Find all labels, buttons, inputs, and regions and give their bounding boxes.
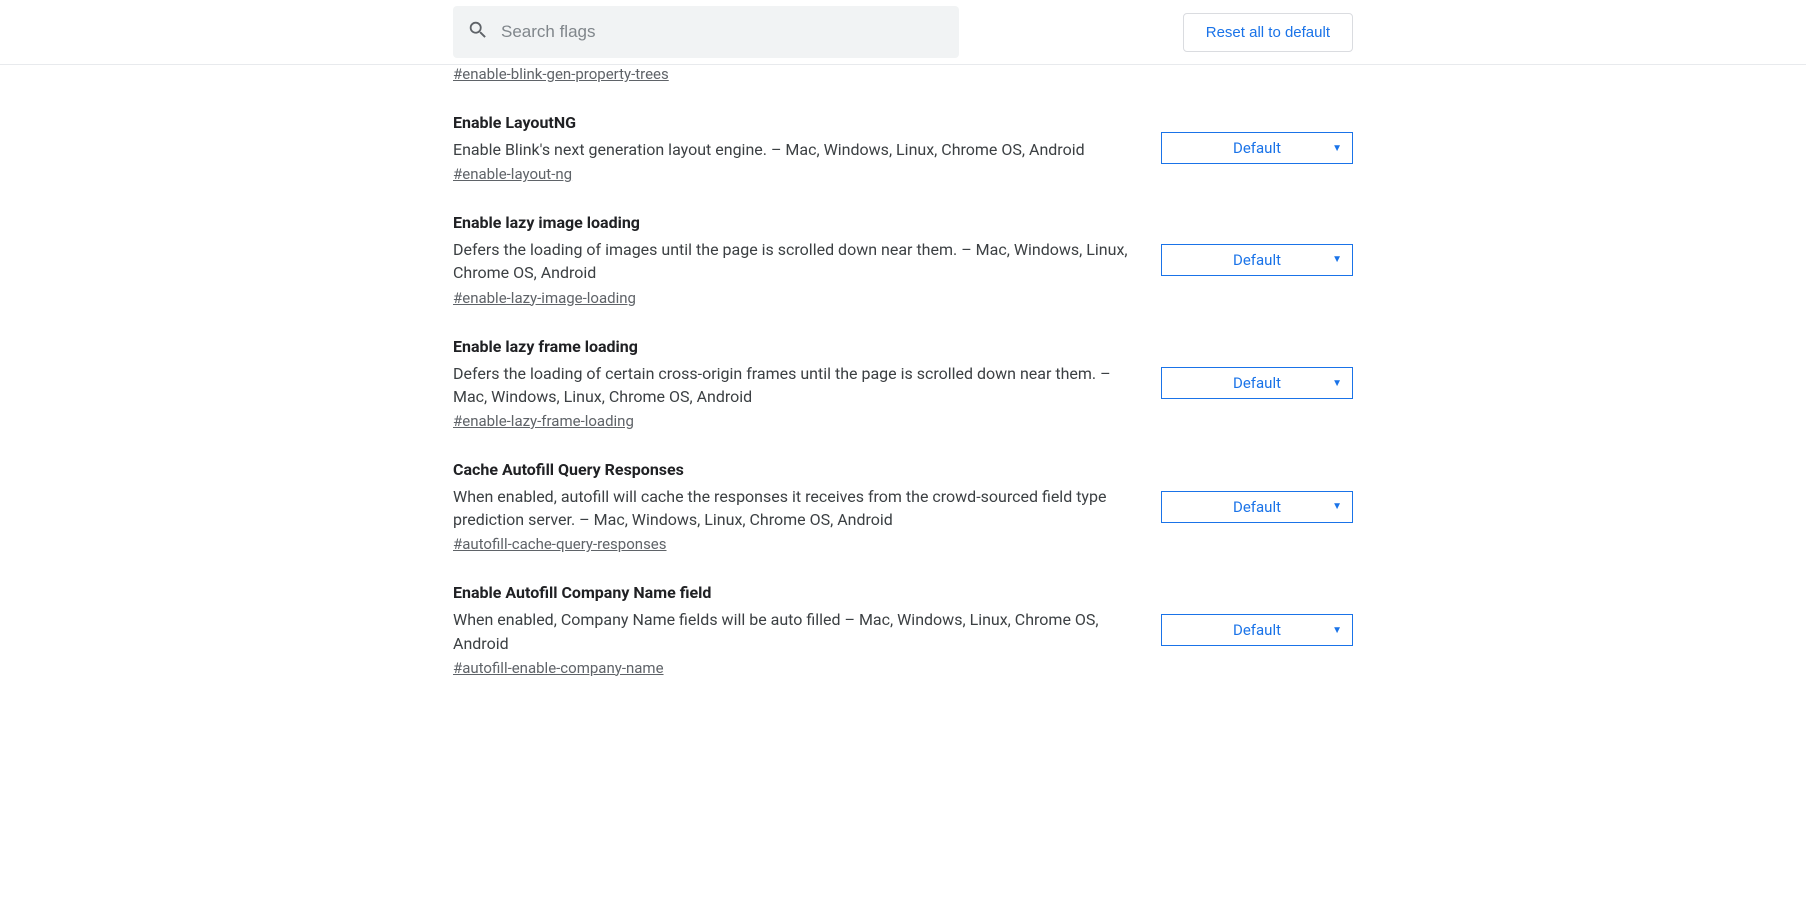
flag-item: #enable-blink-gen-property-trees	[453, 65, 1353, 89]
flag-select-value: Default	[1233, 139, 1281, 157]
flag-text: Enable Autofill Company Name field When …	[453, 583, 1141, 676]
search-container[interactable]	[453, 6, 959, 58]
chevron-down-icon: ▼	[1332, 625, 1342, 636]
flag-select[interactable]: Default ▼	[1161, 367, 1353, 399]
page-header: Reset all to default	[0, 0, 1806, 65]
flag-select-value: Default	[1233, 251, 1281, 269]
flag-description: Enable Blink's next generation layout en…	[453, 138, 1141, 161]
flag-hash-link[interactable]: #enable-lazy-image-loading	[453, 289, 636, 307]
flag-select[interactable]: Default ▼	[1161, 244, 1353, 276]
flag-item: Cache Autofill Query Responses When enab…	[453, 436, 1353, 559]
flag-title: Cache Autofill Query Responses	[453, 460, 1141, 479]
flag-title: Enable Autofill Company Name field	[453, 583, 1141, 602]
search-icon	[467, 19, 489, 45]
chevron-down-icon: ▼	[1332, 501, 1342, 512]
chevron-down-icon: ▼	[1332, 143, 1342, 154]
flag-select-value: Default	[1233, 374, 1281, 392]
flag-description: When enabled, autofill will cache the re…	[453, 485, 1141, 531]
flag-text: Enable lazy frame loading Defers the loa…	[453, 337, 1141, 430]
flag-control: Default ▼	[1161, 491, 1353, 523]
chevron-down-icon: ▼	[1332, 378, 1342, 389]
flag-text: #enable-blink-gen-property-trees	[453, 65, 1141, 83]
flag-title: Enable lazy image loading	[453, 213, 1141, 232]
flag-description: When enabled, Company Name fields will b…	[453, 608, 1141, 654]
flag-item: Enable lazy frame loading Defers the loa…	[453, 313, 1353, 436]
flag-select-value: Default	[1233, 621, 1281, 639]
flag-control: Default ▼	[1161, 367, 1353, 399]
flag-item: Enable LayoutNG Enable Blink's next gene…	[453, 89, 1353, 189]
flag-description: Defers the loading of images until the p…	[453, 238, 1141, 284]
flag-item: Enable Autofill Company Name field When …	[453, 559, 1353, 682]
chevron-down-icon: ▼	[1332, 254, 1342, 265]
flag-hash-link[interactable]: #enable-blink-gen-property-trees	[453, 65, 669, 83]
flag-hash-link[interactable]: #autofill-cache-query-responses	[453, 535, 667, 553]
flag-hash-link[interactable]: #enable-lazy-frame-loading	[453, 412, 634, 430]
flag-text: Enable LayoutNG Enable Blink's next gene…	[453, 113, 1141, 183]
flags-list: #enable-blink-gen-property-trees Enable …	[453, 65, 1353, 723]
search-input[interactable]	[501, 22, 945, 42]
flag-select[interactable]: Default ▼	[1161, 491, 1353, 523]
flag-select-value: Default	[1233, 498, 1281, 516]
flag-text: Enable lazy image loading Defers the loa…	[453, 213, 1141, 306]
flag-title: Enable LayoutNG	[453, 113, 1141, 132]
flag-hash-link[interactable]: #enable-layout-ng	[453, 165, 572, 183]
flag-item: Enable lazy image loading Defers the loa…	[453, 189, 1353, 312]
reset-all-button[interactable]: Reset all to default	[1183, 13, 1353, 52]
flag-title: Enable lazy frame loading	[453, 337, 1141, 356]
flag-hash-link[interactable]: #autofill-enable-company-name	[453, 659, 664, 677]
flag-control: Default ▼	[1161, 132, 1353, 164]
flag-control: Default ▼	[1161, 614, 1353, 646]
flag-select[interactable]: Default ▼	[1161, 614, 1353, 646]
flag-text: Cache Autofill Query Responses When enab…	[453, 460, 1141, 553]
flag-control: Default ▼	[1161, 244, 1353, 276]
flag-description: Defers the loading of certain cross-orig…	[453, 362, 1141, 408]
flag-select[interactable]: Default ▼	[1161, 132, 1353, 164]
header-inner: Reset all to default	[453, 0, 1353, 64]
